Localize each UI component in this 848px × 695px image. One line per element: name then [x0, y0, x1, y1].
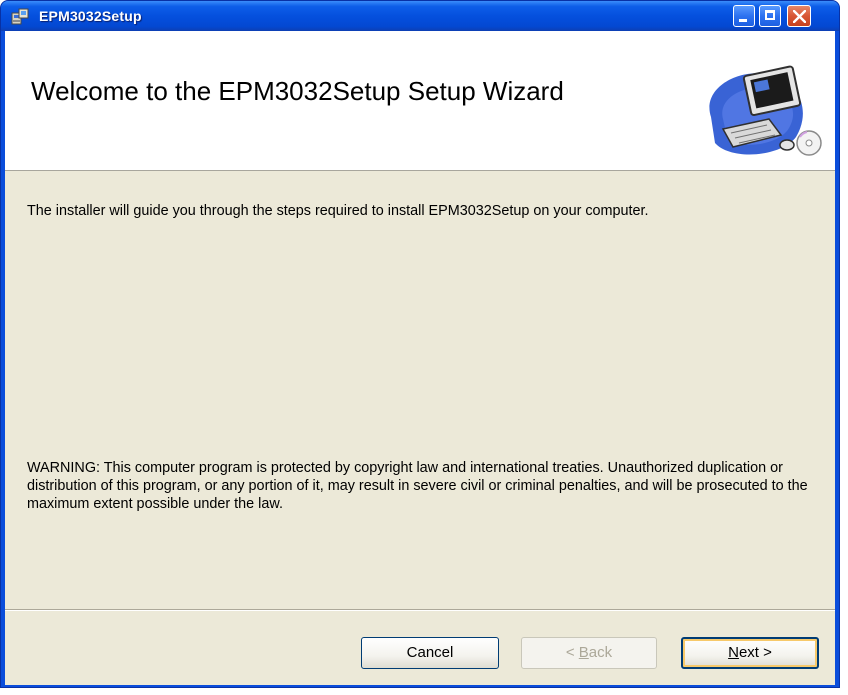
intro-text: The installer will guide you through the…	[27, 203, 649, 219]
back-button[interactable]: < Back	[521, 637, 657, 669]
cancel-button[interactable]: Cancel	[361, 637, 499, 669]
next-button-label: ext >	[738, 644, 772, 661]
window-title: EPM3032Setup	[39, 8, 142, 24]
close-icon[interactable]	[787, 5, 811, 27]
minimize-icon[interactable]	[733, 5, 755, 27]
wizard-client-area: Welcome to the EPM3032Setup Setup Wizard	[5, 31, 835, 685]
back-button-label: ack	[588, 644, 613, 661]
back-button-prefix: <	[565, 644, 579, 661]
setup-wizard-window: EPM3032Setup Welcome to the EPM3032Setup…	[0, 0, 840, 688]
next-button[interactable]: Next >	[681, 637, 819, 669]
computer-with-disc-icon	[701, 57, 823, 165]
title-bar[interactable]: EPM3032Setup	[1, 1, 839, 31]
button-separator	[5, 609, 835, 610]
next-button-accelerator: N	[728, 644, 739, 661]
copyright-warning: WARNING: This computer program is protec…	[27, 460, 808, 512]
maximize-icon[interactable]	[759, 5, 781, 27]
back-button-accelerator: B	[578, 644, 589, 661]
installer-package-icon	[11, 7, 29, 25]
wizard-banner: Welcome to the EPM3032Setup Setup Wizard	[5, 31, 835, 171]
wizard-title: Welcome to the EPM3032Setup Setup Wizard	[31, 76, 564, 106]
